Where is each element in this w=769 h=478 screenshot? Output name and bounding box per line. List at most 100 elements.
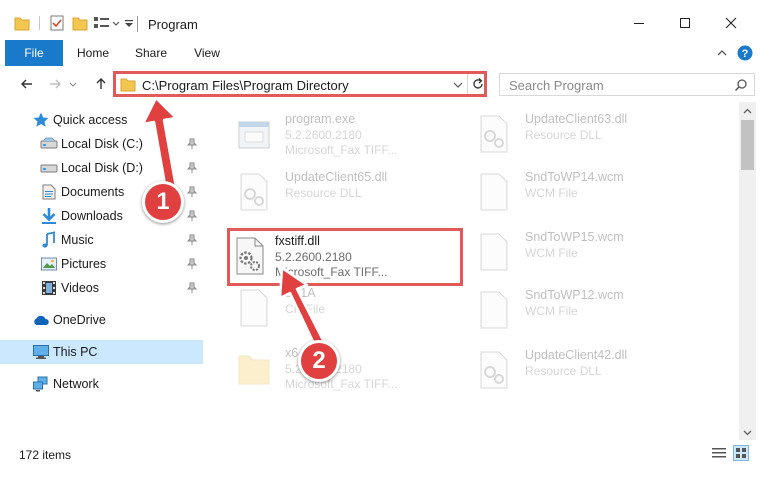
step-badge-2: 2: [298, 340, 340, 382]
file-name: UpdateClient65.dll: [285, 170, 388, 184]
file-name: SndToWP12.wcm: [525, 288, 624, 302]
nav-item-onedrive[interactable]: OneDrive: [0, 308, 203, 332]
refresh-icon[interactable]: [471, 77, 485, 91]
nav-label: Downloads: [61, 209, 123, 223]
pin-icon[interactable]: [186, 138, 198, 150]
chevron-up-icon: [743, 108, 752, 113]
nav-item-videos[interactable]: Videos: [0, 276, 203, 300]
maximize-button[interactable]: [663, 8, 707, 38]
help-icon[interactable]: ?: [737, 45, 753, 61]
separator-icon: [39, 16, 40, 30]
customize-toolbar-icon[interactable]: [124, 14, 134, 32]
file-item-program-exe[interactable]: program.exe 5.2.2600.2180 Microsoft_Fax …: [225, 106, 465, 164]
pin-icon[interactable]: [186, 258, 198, 270]
minimize-button[interactable]: [617, 8, 661, 38]
large-icons-view-icon[interactable]: [733, 445, 749, 461]
scroll-thumb[interactable]: [741, 120, 754, 170]
file-name: SndToWP14.wcm: [525, 170, 624, 184]
chevron-down-icon[interactable]: [453, 81, 463, 89]
pin-icon[interactable]: [186, 234, 198, 246]
address-divider: [467, 74, 468, 94]
scroll-down-button[interactable]: [742, 427, 753, 438]
tab-view[interactable]: View: [184, 40, 230, 66]
file-type: WCM File: [525, 304, 578, 318]
nav-item-music[interactable]: Music: [0, 228, 203, 252]
pin-icon[interactable]: [186, 186, 198, 198]
item-count: 172 items: [19, 448, 72, 462]
computer-icon: [33, 345, 49, 359]
file-item-sndtowp12[interactable]: SndToWP12.wcm WCM File: [465, 282, 705, 340]
up-button[interactable]: [91, 74, 111, 94]
forward-button[interactable]: [45, 74, 65, 94]
title-separator: [137, 16, 138, 32]
vertical-scrollbar[interactable]: [739, 102, 756, 440]
file-type: Resource DLL: [525, 364, 602, 378]
file-type: Resource DLL: [525, 128, 602, 142]
file-item-8k1a[interactable]: 8K1A CR File: [225, 280, 465, 338]
close-button[interactable]: [709, 8, 753, 38]
nav-item-this-pc[interactable]: This PC: [0, 340, 203, 364]
file-name: UpdateClient63.dll: [525, 112, 628, 126]
nav-item-pictures[interactable]: Pictures: [0, 252, 203, 276]
file-item-fxstiff-dll[interactable]: fxstiff.dll 5.2.2600.2180 Microsoft_Fax …: [227, 228, 463, 286]
file-item-updateclient63[interactable]: UpdateClient63.dll Resource DLL: [465, 106, 705, 164]
nav-label: Quick access: [53, 113, 128, 127]
dll-icon: [480, 351, 508, 389]
drive-icon: [40, 137, 58, 149]
title-bar: Program: [0, 0, 769, 40]
navigation-pane: Quick access Local Disk (C:) Local Disk …: [0, 102, 215, 440]
ribbon: File Home Share View ?: [0, 40, 769, 66]
nav-label: Documents: [61, 185, 125, 199]
nav-item-local-disk-c[interactable]: Local Disk (C:): [0, 132, 203, 156]
scroll-up-button[interactable]: [742, 105, 753, 116]
file-item-updateclient42[interactable]: UpdateClient42.dll Resource DLL: [465, 342, 705, 400]
address-bar[interactable]: C:\Program Files\Program Directory: [113, 71, 487, 97]
pictures-icon: [41, 257, 57, 271]
file-item-updateclient65[interactable]: UpdateClient65.dll Resource DLL: [225, 164, 465, 222]
file-version: 5.2.2600.2180: [285, 128, 362, 142]
nav-label: This PC: [53, 345, 98, 359]
search-input[interactable]: Search Program: [509, 78, 604, 93]
network-icon: [33, 376, 48, 392]
folder-icon[interactable]: [14, 14, 30, 32]
pin-icon[interactable]: [186, 282, 198, 294]
nav-label: OneDrive: [53, 313, 106, 327]
new-folder-icon[interactable]: [72, 14, 88, 32]
file-item-sndtowp14[interactable]: SndToWP14.wcm WCM File: [465, 164, 705, 222]
tab-share[interactable]: Share: [128, 40, 174, 66]
arrow-up-icon: [96, 78, 106, 89]
search-box[interactable]: Search Program: [499, 73, 755, 96]
chevron-down-icon[interactable]: [112, 14, 120, 32]
nav-label: Network: [53, 377, 99, 391]
nav-item-quick-access[interactable]: Quick access: [0, 108, 203, 132]
tab-file[interactable]: File: [5, 40, 63, 66]
search-icon[interactable]: [734, 78, 748, 92]
pin-icon[interactable]: [186, 210, 198, 222]
properties-icon[interactable]: [50, 14, 64, 32]
pin-icon[interactable]: [186, 162, 198, 174]
details-view-icon[interactable]: [711, 445, 727, 461]
file-item-sndtowp15[interactable]: SndToWP15.wcm WCM File: [465, 224, 705, 282]
close-icon: [725, 17, 737, 29]
recent-locations-button[interactable]: [66, 74, 80, 94]
nav-label: Local Disk (D:): [61, 161, 143, 175]
file-name: 8K1A: [285, 286, 316, 300]
chevron-down-icon: [743, 430, 752, 435]
nav-item-local-disk-d[interactable]: Local Disk (D:): [0, 156, 203, 180]
file-name: SndToWP15.wcm: [525, 230, 624, 244]
folder-icon: [238, 355, 270, 385]
tab-home[interactable]: Home: [70, 40, 116, 66]
drive-icon: [40, 164, 58, 173]
dll-icon: [240, 173, 268, 211]
arrow-right-icon: [50, 79, 61, 89]
back-button[interactable]: [17, 74, 37, 94]
file-type: WCM File: [525, 186, 578, 200]
nav-item-network[interactable]: Network: [0, 372, 203, 396]
view-options-icon[interactable]: [93, 14, 111, 32]
file-item-x64[interactable]: x64 5.2.2600.2180 Microsoft_Fax TIFF...: [225, 340, 465, 398]
documents-icon: [42, 184, 56, 200]
videos-icon: [42, 281, 56, 295]
ribbon-expand-icon[interactable]: [716, 47, 728, 59]
exe-icon: [238, 121, 270, 149]
dll-icon: [236, 237, 264, 275]
